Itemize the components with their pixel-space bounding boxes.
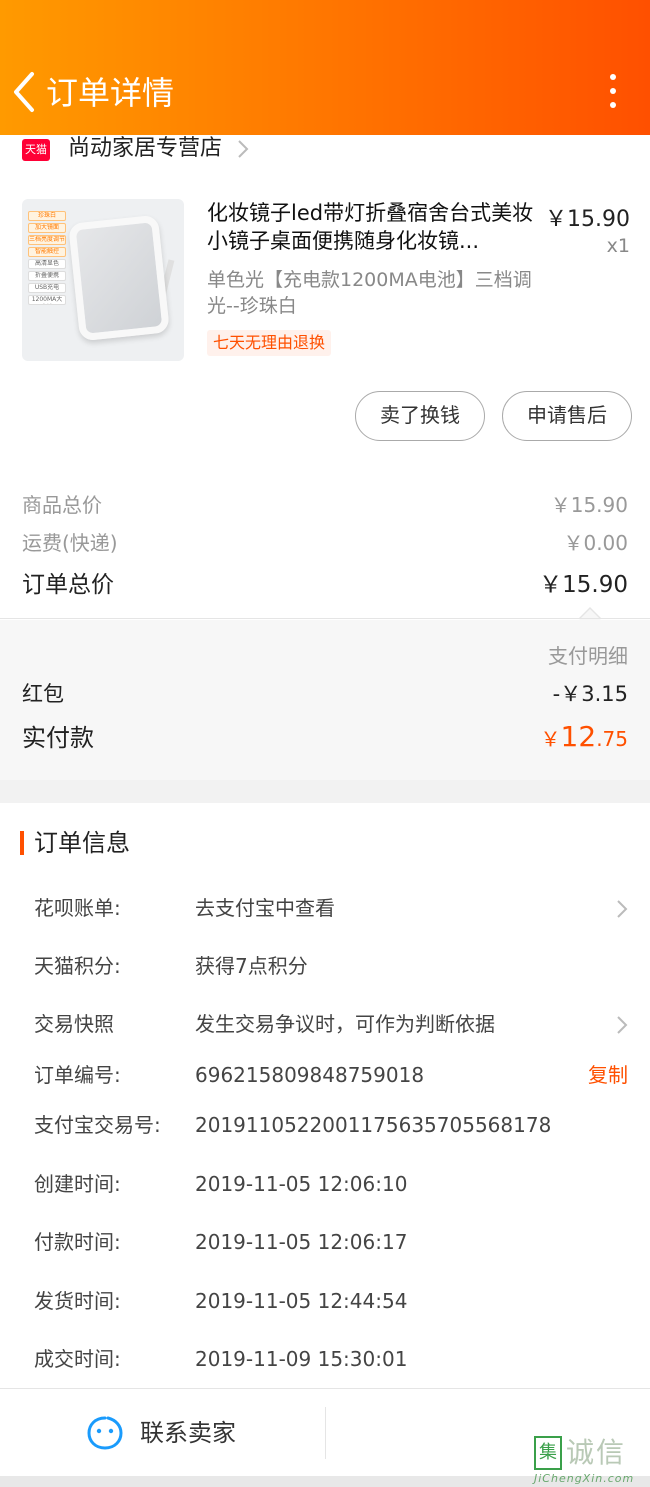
- sell-for-cash-button[interactable]: 卖了换钱: [355, 391, 485, 441]
- feature-tag: 高清显色: [28, 259, 66, 269]
- feature-tag: 智能触控: [28, 247, 66, 257]
- info-key: 花呗账单:: [34, 896, 121, 920]
- price-summary: 商品总价 ￥15.90 运费(快递) ￥0.00 订单总价 ￥15.90: [0, 465, 650, 620]
- info-value: 获得7点积分: [195, 954, 308, 978]
- feature-tag: 折叠便携: [28, 271, 66, 281]
- completed-time-row: 成交时间: 2019-11-09 15:30:01: [34, 1344, 628, 1374]
- more-options-icon[interactable]: [608, 74, 618, 112]
- info-value: 696215809848759018: [195, 1063, 425, 1087]
- order-total-row: 订单总价 ￥15.90: [22, 565, 628, 599]
- feature-tag: 加大镜面: [28, 223, 66, 233]
- paid-time-row: 付款时间: 2019-11-05 12:06:17: [34, 1227, 628, 1257]
- created-time-row: 创建时间: 2019-11-05 12:06:10: [34, 1169, 628, 1199]
- paid-amount: ￥12.75: [541, 720, 628, 753]
- paid-currency: ￥: [540, 727, 561, 751]
- goods-total-label: 商品总价: [22, 493, 102, 517]
- feature-tag: 三档亮度调节: [28, 235, 66, 245]
- tmall-badge: 天猫: [22, 139, 50, 161]
- info-key: 天猫积分:: [34, 954, 121, 978]
- paid-row: 实付款 ￥12.75: [22, 718, 628, 753]
- watermark-logo: 集: [534, 1436, 562, 1470]
- shipped-time-row: 发货时间: 2019-11-05 12:44:54: [34, 1286, 628, 1316]
- product-feature-tags: 珍珠白 加大镜面 三档亮度调节 智能触控 高清显色 折叠便携 USB充电 120…: [28, 211, 66, 307]
- goods-total-value: ￥15.90: [550, 493, 628, 517]
- info-value: 2019-11-05 12:06:10: [195, 1172, 408, 1196]
- order-total-label: 订单总价: [22, 572, 114, 598]
- redpacket-value: -￥3.15: [552, 682, 628, 706]
- product-title[interactable]: 化妆镜子led带灯折叠宿舍台式美妆小镜子桌面便携随身化妆镜...: [207, 199, 537, 255]
- copy-button[interactable]: 复制: [588, 1060, 628, 1090]
- payment-detail-label: 支付明细: [548, 644, 628, 668]
- info-value: 去支付宝中查看: [195, 896, 335, 920]
- feature-tag: 1200MA大电池: [28, 295, 66, 305]
- shipping-row: 运费(快递) ￥0.00: [22, 527, 628, 556]
- product-image[interactable]: 珍珠白 加大镜面 三档亮度调节 智能触控 高清显色 折叠便携 USB充电 120…: [22, 199, 184, 361]
- info-key: 成交时间:: [34, 1347, 121, 1371]
- info-value: 2019110522001175635705568178: [195, 1113, 552, 1137]
- feature-tag: 珍珠白: [28, 211, 66, 221]
- goods-total-row: 商品总价 ￥15.90: [22, 489, 628, 518]
- product-quantity: x1: [606, 235, 630, 257]
- info-value: 2019-11-05 12:06:17: [195, 1230, 408, 1254]
- watermark-url: JiChengXin.com: [534, 1472, 635, 1485]
- info-key: 付款时间:: [34, 1230, 121, 1254]
- return-policy-badge: 七天无理由退换: [207, 330, 332, 356]
- store-name[interactable]: 尚动家居专营店: [68, 135, 222, 163]
- product-price: ￥15.90: [545, 207, 630, 232]
- info-key: 创建时间:: [34, 1172, 121, 1196]
- watermark-text: 诚信: [566, 1436, 627, 1469]
- watermark: 集 诚信 JiChengXin.com: [534, 1436, 650, 1486]
- divider: [325, 1407, 326, 1459]
- app-header: 订单详情: [0, 0, 650, 135]
- info-value: 2019-11-05 12:44:54: [195, 1289, 408, 1313]
- info-key: 支付宝交易号:: [34, 1113, 161, 1137]
- alipay-trade-number-row: 支付宝交易号: 2019110522001175635705568178: [34, 1110, 628, 1140]
- info-key: 订单编号:: [34, 1063, 121, 1087]
- order-number-row: 订单编号: 696215809848759018 复制: [34, 1060, 628, 1090]
- info-value: 发生交易争议时，可作为判断依据: [195, 1012, 495, 1036]
- back-arrow-icon[interactable]: [10, 70, 40, 114]
- chevron-right-icon[interactable]: [236, 139, 250, 159]
- after-sale-button[interactable]: 申请售后: [502, 391, 632, 441]
- section-accent-bar: [20, 831, 24, 855]
- paid-label: 实付款: [22, 724, 94, 752]
- paid-decimal: .75: [596, 727, 628, 751]
- order-total-value: ￥15.90: [539, 572, 628, 598]
- redpacket-row: 红包 -￥3.15: [22, 678, 628, 708]
- order-info-title: 订单信息: [34, 829, 130, 857]
- order-info-section: 订单信息 花呗账单: 去支付宝中查看 天猫积分: 获得7点积分 交易快照 发生交…: [0, 803, 650, 1388]
- tmall-points-row: 天猫积分: 获得7点积分: [34, 951, 628, 981]
- product-spec: 单色光【充电款1200MA电池】三档调光--珍珠白: [207, 269, 532, 317]
- chevron-right-icon: [617, 1016, 628, 1034]
- info-key: 交易快照: [34, 1012, 114, 1036]
- trade-snapshot-row[interactable]: 交易快照 发生交易争议时，可作为判断依据: [34, 1009, 628, 1039]
- chat-smile-icon[interactable]: [86, 1415, 124, 1451]
- chevron-right-icon: [617, 900, 628, 918]
- page-title: 订单详情: [46, 74, 175, 112]
- shipping-value: ￥0.00: [563, 531, 628, 555]
- contact-seller-button[interactable]: 联系卖家: [140, 1417, 236, 1449]
- divider: [0, 618, 650, 619]
- shipping-label: 运费(快递): [22, 531, 118, 555]
- info-key: 发货时间:: [34, 1289, 121, 1313]
- payment-detail: 支付明细 红包 -￥3.15 实付款 ￥12.75: [0, 620, 650, 780]
- feature-tag: USB充电: [28, 283, 66, 293]
- redpacket-label: 红包: [22, 682, 64, 706]
- order-item-card: 天猫 尚动家居专营店 珍珠白 加大镜面 三档亮度调节 智能触控 高清显色 折叠便…: [0, 135, 650, 465]
- mirror-illustration: [68, 214, 170, 342]
- huabei-bill-row[interactable]: 花呗账单: 去支付宝中查看: [34, 893, 628, 923]
- info-value: 2019-11-09 15:30:01: [195, 1347, 408, 1371]
- paid-integer: 12: [560, 720, 597, 753]
